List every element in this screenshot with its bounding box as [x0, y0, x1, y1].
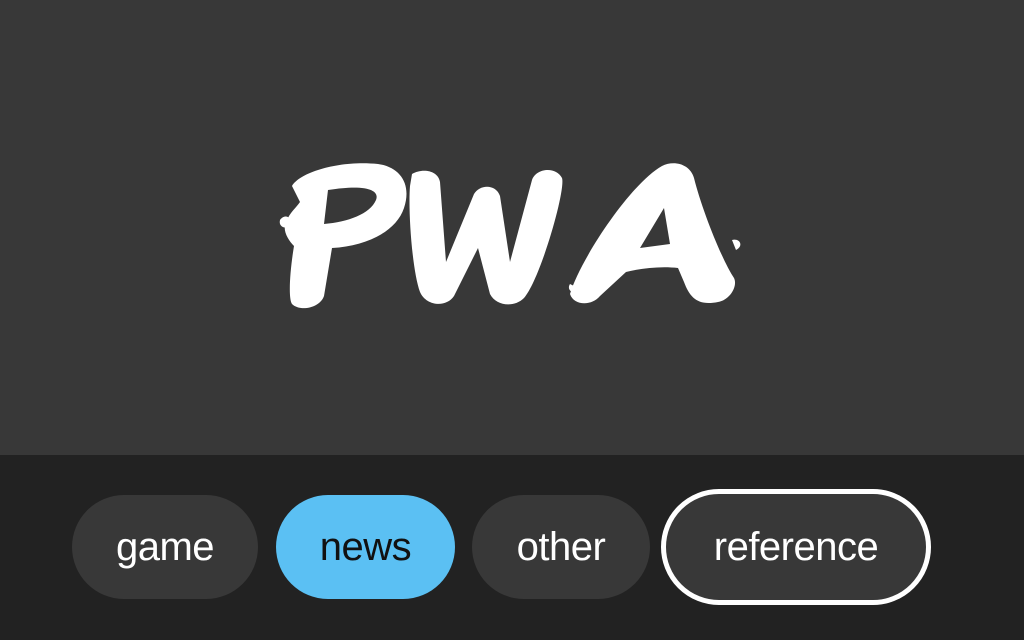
category-chip-news[interactable]: news: [276, 495, 455, 599]
pwa-brush-logo-graphic: [279, 163, 741, 309]
hero-banner: PWA: [0, 0, 1024, 455]
pwa-logo: PWA: [270, 150, 750, 320]
category-chip-other[interactable]: other: [472, 495, 650, 599]
category-chip-label: reference: [713, 524, 879, 569]
category-chip-label: game: [115, 524, 215, 569]
category-chip-label: other: [516, 524, 606, 569]
category-chip-reference[interactable]: reference: [661, 489, 931, 605]
category-chip-label: news: [319, 524, 412, 569]
category-chip-game[interactable]: game: [72, 495, 258, 599]
